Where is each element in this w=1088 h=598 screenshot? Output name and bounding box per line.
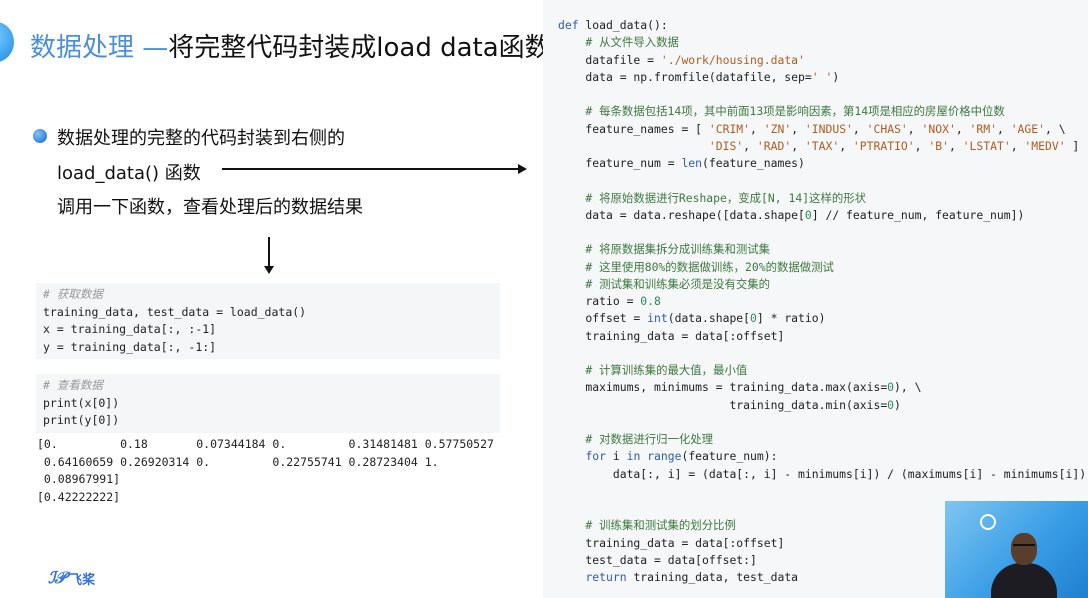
code-line: # 每条数据包括14项，其中前面13项是影响因素，第14项是相应的房屋价格中位数 — [558, 104, 1005, 119]
paddle-logo: ℐ𝒫 飞桨 — [48, 568, 95, 588]
code-line: # 测试集和训练集必须是没有交集的 — [558, 276, 771, 291]
output-line: 0.08967991] — [37, 472, 121, 486]
down-arrow-line — [268, 237, 270, 267]
code-line: def load_data(): — [558, 18, 668, 32]
code-line: print(x[0]) — [43, 395, 120, 410]
code-line: # 训练集和测试集的划分比例 — [558, 518, 736, 533]
presenter-glasses — [1013, 544, 1035, 551]
code-line: feature_names = [ 'CRIM', 'ZN', 'INDUS',… — [558, 121, 1066, 136]
code-line: # 将原始数据进行Reshape，变成[N, 14]这样的形状 — [558, 190, 867, 205]
cell-code: # 查看数据 print(x[0]) print(y[0]) — [36, 374, 500, 430]
bullet-icon — [33, 129, 47, 143]
code-line: ratio = 0.8 — [558, 294, 661, 308]
presenter-webcam — [945, 501, 1088, 598]
code-line: for i in range(feature_num): — [585, 449, 778, 464]
code-line: x = training_data[:, :-1] — [43, 322, 217, 336]
slide-title: 数据处理 —将完整代码封装成load data函数 — [30, 28, 551, 68]
code-line: test_data = data[offset:] — [558, 552, 757, 567]
code-line: training_data = data[:offset] — [558, 328, 785, 343]
cell-comment: # 查看数据 — [43, 378, 103, 392]
code-line: # 这里使用80%的数据做训练，20%的数据做测试 — [558, 259, 834, 274]
code-line: training_data = data[:offset] — [558, 535, 785, 550]
code-line: feature_num = len(feature_names) — [558, 156, 805, 170]
cell-output: [0. 0.18 0.07344184 0. 0.31481481 0.5775… — [37, 436, 494, 506]
code-line: data = data.reshape([data.shape[0] // fe… — [558, 207, 1025, 222]
title-part1: 数据处理 — [30, 33, 143, 63]
output-line: 0.64160659 0.26920314 0. 0.22755741 0.28… — [37, 454, 439, 469]
paddle-logo-text: 飞桨 — [69, 572, 96, 588]
code-line: data[:, i] = (data[:, i] - minimums[i]) … — [558, 466, 1087, 481]
bullet-line-1: 数据处理的完整的代码封装到右侧的 — [57, 128, 345, 149]
code-line: data = np.fromfile(datafile, sep=' ') — [558, 69, 840, 84]
code-line: maximums, minimums = training_data.max(a… — [558, 380, 922, 395]
paddle-logo-icon: ℐ𝒫 — [48, 568, 66, 587]
code-line: return training_data, test_data — [585, 570, 799, 584]
code-line: offset = int(data.shape[0] * ratio) — [558, 311, 826, 326]
code-line: training_data.min(axis=0) — [558, 397, 901, 412]
notebook-cell-load[interactable]: # 获取数据 training_data, test_data = load_d… — [36, 283, 500, 359]
title-part2: 将完整代码封装成load data函数 — [168, 33, 551, 63]
right-arrow-icon — [518, 164, 527, 174]
code-line: # 计算训练集的最大值，最小值 — [558, 363, 748, 377]
notebook-cell-print[interactable]: # 查看数据 print(x[0]) print(y[0]) — [36, 374, 500, 433]
output-line: [0. 0.18 0.07344184 0. 0.31481481 0.5775… — [37, 437, 494, 451]
code-line: print(y[0]) — [43, 413, 120, 427]
cell-code: # 获取数据 training_data, test_data = load_d… — [36, 283, 500, 356]
code-line: training_data, test_data = load_data() — [43, 304, 307, 319]
webcam-ring-icon — [980, 514, 996, 530]
code-line: # 从文件导入数据 — [558, 35, 679, 50]
output-line: [0.42222222] — [37, 489, 121, 504]
code-line: 'DIS', 'RAD', 'TAX', 'PTRATIO', 'B', 'LS… — [708, 138, 1080, 153]
title-accent-circle — [0, 22, 14, 62]
presenter-body — [991, 563, 1057, 598]
right-arrow-line — [222, 168, 524, 170]
bullet-line-3: 调用一下函数，查看处理后的数据结果 — [57, 197, 363, 218]
title-dash: — — [142, 33, 169, 63]
code-line: # 对数据进行归一化处理 — [558, 432, 714, 446]
code-line: y = training_data[:, -1:] — [43, 339, 217, 354]
cell-comment: # 获取数据 — [43, 287, 103, 301]
bullet-line-2: load_data() 函数 — [57, 163, 201, 184]
down-arrow-icon — [264, 266, 274, 274]
code-line: # 将原数据集拆分成训练集和测试集 — [558, 242, 771, 257]
code-line: datafile = './work/housing.data' — [558, 52, 805, 67]
